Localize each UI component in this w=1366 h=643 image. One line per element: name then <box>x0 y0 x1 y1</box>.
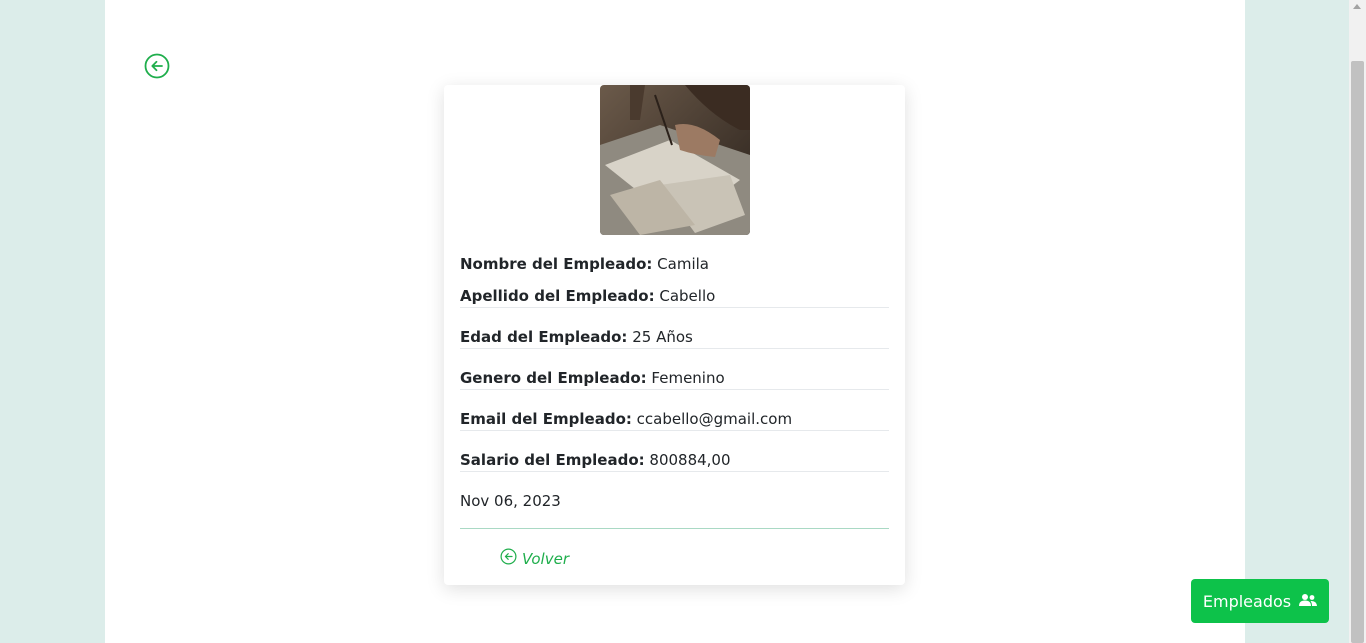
divider <box>460 528 889 529</box>
arrow-left-circle-icon <box>500 548 517 569</box>
field-email: Email del Empleado: ccabello@gmail.com <box>460 409 889 431</box>
volver-label: Volver <box>522 549 569 568</box>
field-label: Genero del Empleado: <box>460 369 647 387</box>
field-label: Apellido del Empleado: <box>460 287 655 305</box>
field-value: 800884,00 <box>649 451 731 469</box>
employee-card: Nombre del Empleado: Camila Apellido del… <box>444 85 905 585</box>
employee-photo <box>600 85 750 235</box>
field-value: 25 Años <box>632 328 693 346</box>
back-arrow-icon[interactable] <box>144 53 170 79</box>
field-value: ccabello@gmail.com <box>636 410 793 428</box>
scroll-up-icon[interactable] <box>1353 4 1361 9</box>
field-value: Femenino <box>651 369 725 387</box>
empleados-label: Empleados <box>1202 591 1292 611</box>
field-label: Salario del Empleado: <box>460 451 645 469</box>
field-value: Cabello <box>659 287 716 305</box>
created-date: Nov 06, 2023 <box>460 492 561 510</box>
empleados-button[interactable]: Empleados <box>1191 579 1329 623</box>
field-salario: Salario del Empleado: 800884,00 <box>460 450 889 472</box>
field-label: Email del Empleado: <box>460 410 632 428</box>
field-genero: Genero del Empleado: Femenino <box>460 368 889 390</box>
scroll-thumb[interactable] <box>1351 61 1364 643</box>
field-apellido: Apellido del Empleado: Cabello <box>460 286 889 308</box>
users-icon <box>1299 592 1318 611</box>
volver-link[interactable]: Volver <box>500 548 569 569</box>
vertical-scrollbar[interactable] <box>1349 0 1366 643</box>
field-edad: Edad del Empleado: 25 Años <box>460 327 889 349</box>
field-nombre: Nombre del Empleado: Camila <box>460 254 889 274</box>
field-label: Nombre del Empleado: <box>460 255 653 273</box>
field-value: Camila <box>657 255 709 273</box>
field-label: Edad del Empleado: <box>460 328 628 346</box>
